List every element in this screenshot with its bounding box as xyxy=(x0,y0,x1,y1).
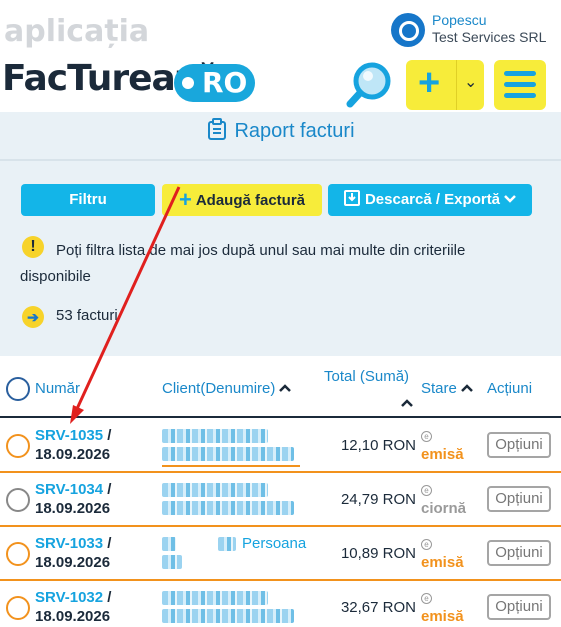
page-title: Raport facturi xyxy=(0,118,561,143)
export-label: Descarcă / Exportă xyxy=(364,191,501,208)
status-icon: e xyxy=(421,539,432,550)
clipboard-icon xyxy=(208,118,227,140)
redacted-text xyxy=(162,537,176,551)
info-text: Poți filtra lista de mai jos după unul s… xyxy=(20,242,466,285)
redacted-text xyxy=(162,609,294,623)
header-actions: Acțiuni xyxy=(487,380,533,397)
table-row[interactable]: SRV-1032 / 18.09.2026 32,67 RON e emisă Opțiu… xyxy=(0,581,561,627)
row-checkbox[interactable] xyxy=(6,542,30,566)
redacted-text xyxy=(162,555,182,569)
brand-aplicatia-logo: aplicația xyxy=(4,14,150,49)
header-client[interactable]: Client(Denumire) xyxy=(162,380,292,397)
status-badge: emisă xyxy=(421,446,464,463)
row-checkbox[interactable] xyxy=(6,434,30,458)
invoice-total: 12,10 RON xyxy=(340,437,416,454)
redacted-text xyxy=(162,447,294,461)
status-badge: emisă xyxy=(421,608,464,625)
invoice-total: 10,89 RON xyxy=(340,545,416,562)
header-client-label: Client(Denumire) xyxy=(162,380,276,397)
search-icon[interactable] xyxy=(344,60,394,110)
button-separator xyxy=(456,60,457,110)
invoice-date: 18.09.2026 xyxy=(35,608,111,625)
hamburger-line xyxy=(504,82,536,87)
status-icon: e xyxy=(421,485,432,496)
separator: / xyxy=(107,535,112,552)
separator: / xyxy=(107,589,112,606)
redacted-text xyxy=(162,483,268,497)
header-status-label: Stare xyxy=(421,380,457,397)
row-checkbox[interactable] xyxy=(6,596,30,620)
client-name[interactable] xyxy=(162,481,302,517)
sort-up-icon[interactable] xyxy=(400,398,414,408)
redacted-text xyxy=(218,537,236,551)
invoice-total: 24,79 RON xyxy=(340,491,416,508)
download-icon xyxy=(343,190,360,206)
plus-icon: + xyxy=(178,187,192,212)
client-name[interactable] xyxy=(162,427,302,463)
export-button[interactable]: Descarcă / Exportă xyxy=(328,184,532,216)
chevron-down-icon xyxy=(504,195,516,203)
separator: / xyxy=(107,481,112,498)
invoice-date: 18.09.2026 xyxy=(35,500,111,517)
user-avatar-icon[interactable] xyxy=(391,13,425,47)
table-header-divider xyxy=(0,416,561,418)
table-row[interactable]: SRV-1033 / 18.09.2026 Persoana 10,89 RON e em… xyxy=(0,527,561,581)
sort-up-icon xyxy=(279,384,292,392)
divider xyxy=(0,159,561,161)
invoice-number[interactable]: SRV-1034 xyxy=(35,481,103,498)
invoice-count: 53 facturi xyxy=(56,307,118,324)
options-button[interactable]: Opțiuni xyxy=(487,594,551,620)
invoice-number[interactable]: SRV-1035 xyxy=(35,427,103,444)
chevron-down-icon[interactable]: ⌄ xyxy=(464,72,477,92)
invoice-number-link[interactable]: SRV-1033 / xyxy=(35,535,111,552)
options-button[interactable]: Opțiuni xyxy=(487,486,551,512)
header-status[interactable]: Stare xyxy=(421,380,474,397)
sort-up-icon xyxy=(460,384,473,392)
invoice-total: 32,67 RON xyxy=(340,599,416,616)
invoice-number-link[interactable]: SRV-1032 / xyxy=(35,589,111,606)
plus-icon: + xyxy=(418,62,441,104)
client-name[interactable]: Persoana xyxy=(162,535,306,571)
status-icon: e xyxy=(421,431,432,442)
invoice-number[interactable]: SRV-1032 xyxy=(35,589,103,606)
arrow-right-icon: ➔ xyxy=(22,306,44,328)
header-total[interactable]: Total (Sumă) xyxy=(324,368,409,385)
options-button[interactable]: Opțiuni xyxy=(487,432,551,458)
add-invoice-label: Adaugă factură xyxy=(195,192,306,209)
brand-ro-badge: RO xyxy=(174,64,256,102)
add-invoice-button[interactable]: + Adaugă factură xyxy=(162,184,322,216)
user-company[interactable]: Test Services SRL xyxy=(432,29,546,45)
user-name[interactable]: Popescu xyxy=(432,12,486,28)
separator: / xyxy=(107,427,112,444)
client-visible-text[interactable]: Persoana xyxy=(242,535,306,552)
invoice-number[interactable]: SRV-1033 xyxy=(35,535,103,552)
table-row[interactable]: SRV-1034 / 18.09.2026 24,79 RON e ciornă Opți… xyxy=(0,473,561,527)
invoice-date: 18.09.2026 xyxy=(35,554,111,571)
invoice-date: 18.09.2026 xyxy=(35,446,111,463)
top-bar: aplicația FacTurează RO Popescu Test Ser… xyxy=(0,0,561,112)
status-badge: emisă xyxy=(421,554,464,571)
invoice-number-link[interactable]: SRV-1034 / xyxy=(35,481,111,498)
filter-button[interactable]: Filtru xyxy=(21,184,155,216)
redacted-text xyxy=(162,429,268,443)
options-button[interactable]: Opțiuni xyxy=(487,540,551,566)
add-menu-button[interactable]: + ⌄ xyxy=(406,60,484,110)
redacted-text xyxy=(162,591,268,605)
hamburger-line xyxy=(504,71,536,76)
redacted-text xyxy=(162,501,294,515)
header-number[interactable]: Număr xyxy=(35,380,80,397)
hamburger-menu-button[interactable] xyxy=(494,60,546,110)
select-all-checkbox[interactable] xyxy=(6,377,30,401)
client-underline xyxy=(162,465,300,467)
status-badge: ciornă xyxy=(421,500,467,517)
invoice-number-link[interactable]: SRV-1035 / xyxy=(35,427,111,444)
hamburger-line xyxy=(504,93,536,98)
page-title-text: Raport facturi xyxy=(234,120,355,142)
client-name[interactable] xyxy=(162,589,302,625)
row-checkbox[interactable] xyxy=(6,488,30,512)
status-icon: e xyxy=(421,593,432,604)
